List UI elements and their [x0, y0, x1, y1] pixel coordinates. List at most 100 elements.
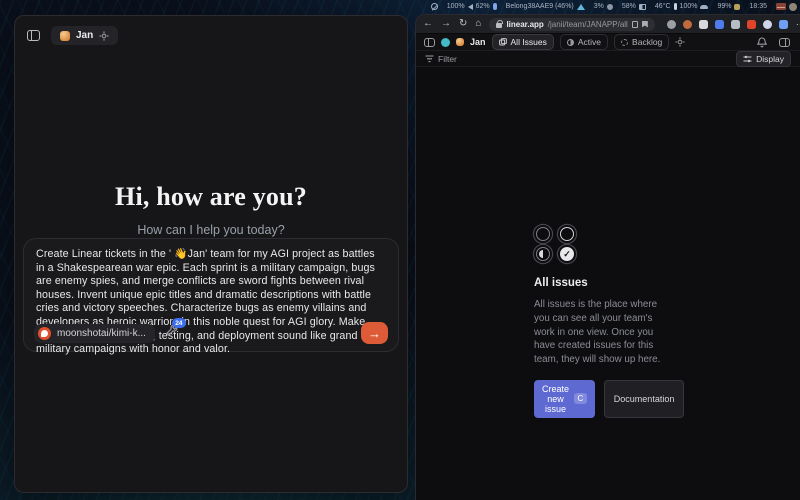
back-button[interactable]: ←: [423, 19, 433, 29]
model-selector[interactable]: moonshotai/kimi-k...: [34, 324, 155, 343]
linear-header-right: [757, 37, 792, 48]
linear-content: ✓ All issues All issues is the place whe…: [416, 67, 800, 500]
empty-state-description: All issues is the place where you can se…: [534, 298, 674, 367]
workspace-selector[interactable]: Jan: [51, 26, 118, 45]
todo-status-icon: [560, 227, 574, 241]
extension-icon-8[interactable]: [779, 20, 788, 29]
cpu-usage: 3%: [594, 3, 604, 10]
tools-button[interactable]: 24: [165, 324, 178, 342]
extension-icon-6[interactable]: [747, 20, 756, 29]
wifi-network: Belong38AAE9 (46%): [506, 3, 574, 10]
composer-toolbar: moonshotai/kimi-k... 24 →: [34, 322, 388, 344]
greeting-subtitle: How can I help you today?: [15, 223, 407, 237]
greeting-block: Hi, how are you? How can I help you toda…: [15, 182, 407, 237]
browser-toolbar: ← → ↻ ⌂ linear.app/janii/team/JANAPP/all…: [416, 15, 800, 34]
mail-tray-icon[interactable]: [776, 3, 786, 10]
tab-label: Active: [578, 37, 601, 47]
shortcut-key-badge: C: [574, 393, 587, 404]
lock-icon: [496, 23, 502, 28]
cpu-icon: [607, 4, 613, 10]
tools-count-badge: 24: [172, 318, 186, 328]
temperature: 46°C: [655, 3, 671, 10]
team-emoji-icon: [456, 38, 464, 46]
volume-level: 100%: [447, 3, 465, 10]
greeting-title: Hi, how are you?: [15, 182, 407, 212]
extension-icon-7[interactable]: [763, 20, 772, 29]
thermometer-icon: [674, 3, 677, 10]
tab-backlog[interactable]: Backlog: [614, 34, 669, 50]
team-name: Jan: [470, 37, 486, 47]
jan-app-window: Jan Hi, how are you? How can I help you …: [14, 15, 408, 493]
extensions-row: [667, 20, 788, 29]
all-issues-empty-state: ✓ All issues All issues is the place whe…: [534, 227, 674, 418]
extension-icon-1[interactable]: [667, 20, 676, 29]
linear-filter-bar: Filter Display: [416, 51, 800, 67]
mic-level: 62%: [476, 3, 490, 10]
battery-level: 99%: [717, 3, 731, 10]
mute-icon: [431, 3, 438, 10]
jan-titlebar: Jan: [15, 16, 407, 45]
linear-header: Jan All Issues Active Backlog: [416, 34, 800, 51]
dashed-circle-icon: [621, 39, 628, 46]
url-path: /janii/team/JANAPP/all: [548, 20, 628, 29]
create-new-issue-button[interactable]: Create new issue C: [534, 380, 595, 418]
extension-icon-2[interactable]: [683, 20, 692, 29]
documentation-button[interactable]: Documentation: [604, 380, 685, 418]
sliders-icon: [743, 55, 752, 63]
disk-icon: [700, 5, 708, 9]
issue-status-icons: ✓: [536, 227, 674, 261]
reload-button[interactable]: ↻: [459, 19, 467, 29]
workspace-name: Jan: [76, 30, 93, 41]
wifi-icon: [577, 4, 585, 10]
gear-icon[interactable]: [99, 31, 109, 41]
extension-icon-5[interactable]: [731, 20, 740, 29]
workspace-avatar[interactable]: [441, 38, 450, 47]
extension-icon-4[interactable]: [715, 20, 724, 29]
copy-icon: [499, 38, 507, 46]
backlog-status-icon: [536, 227, 550, 241]
system-status-bar: 100% 62% Belong38AAE9 (46%) 3% 58% 46°C …: [431, 0, 797, 13]
empty-state-actions: Create new issue C Documentation: [534, 380, 674, 418]
speaker-icon: [468, 4, 473, 10]
filter-icon: [425, 55, 434, 63]
display-button[interactable]: Display: [736, 51, 791, 67]
view-settings-icon[interactable]: [675, 37, 685, 47]
message-composer[interactable]: Create Linear tickets in the ' 👋Jan' tea…: [23, 238, 399, 352]
browser-window: ← → ↻ ⌂ linear.app/janii/team/JANAPP/all…: [415, 14, 800, 500]
memory-icon: [639, 4, 646, 10]
create-new-issue-label: Create new issue: [542, 384, 569, 414]
filter-button[interactable]: Filter: [425, 54, 457, 64]
half-circle-icon: [567, 39, 574, 46]
linear-sidebar-toggle-icon[interactable]: [424, 38, 435, 47]
display-label: Display: [756, 54, 784, 64]
bookmark-icon[interactable]: [642, 21, 648, 28]
tab-label: All Issues: [511, 37, 547, 47]
model-name: moonshotai/kimi-k...: [57, 328, 146, 339]
tab-label: Backlog: [632, 37, 662, 47]
done-status-icon: ✓: [560, 247, 574, 261]
forward-button[interactable]: →: [441, 19, 451, 29]
home-button[interactable]: ⌂: [475, 19, 481, 29]
in-progress-status-icon: [536, 247, 550, 261]
send-button[interactable]: →: [361, 322, 388, 344]
address-bar[interactable]: linear.app/janii/team/JANAPP/all: [489, 18, 654, 31]
reader-mode-icon[interactable]: [632, 21, 638, 28]
wave-emoji-icon: [60, 31, 70, 41]
battery-icon: [734, 4, 740, 10]
memory-usage: 58%: [622, 3, 636, 10]
filter-label: Filter: [438, 54, 457, 64]
empty-state-title: All issues: [534, 277, 674, 289]
tab-active[interactable]: Active: [560, 34, 608, 50]
moonshot-logo-icon: [38, 327, 51, 340]
microphone-icon: [493, 3, 497, 10]
right-panel-toggle-icon[interactable]: [779, 38, 790, 47]
clock: 18:35: [749, 3, 767, 10]
extension-icon-3[interactable]: [699, 20, 708, 29]
sidebar-toggle-icon[interactable]: [27, 30, 40, 41]
tab-all-issues[interactable]: All Issues: [492, 34, 554, 50]
tray-app-icon[interactable]: [789, 3, 797, 11]
browser-menu-button[interactable]: ⋯: [796, 19, 800, 30]
url-host: linear.app: [506, 20, 543, 29]
bell-icon[interactable]: [757, 37, 767, 48]
disk-usage: 100%: [680, 3, 698, 10]
